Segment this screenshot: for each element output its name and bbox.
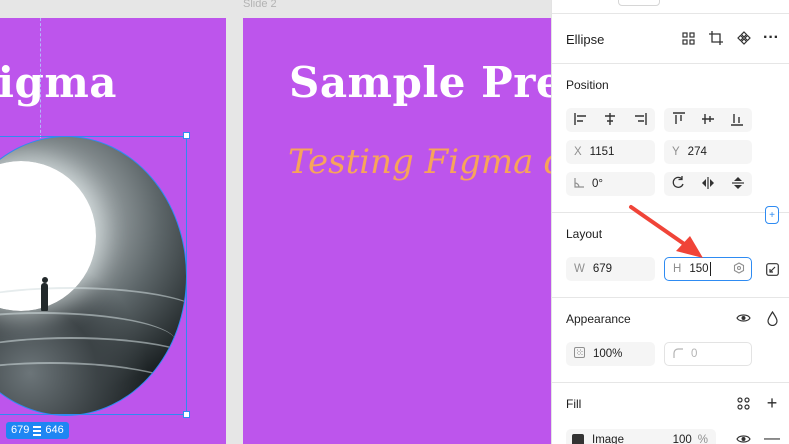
resize-handle-top-right[interactable]	[183, 132, 190, 139]
opacity-field[interactable]: 100%	[566, 342, 655, 366]
size-badge: 679 646	[6, 422, 69, 439]
layout-title: Layout	[566, 227, 603, 241]
rotation-value[interactable]: 0°	[592, 178, 603, 190]
image-swatch-icon	[572, 434, 584, 444]
fill-type-label: Image	[592, 434, 624, 444]
layout-section: Layout W 679 H 150	[552, 213, 789, 298]
y-field[interactable]: Y 274	[664, 140, 752, 164]
align-bottom-icon[interactable]	[731, 112, 744, 129]
position-title: Position	[566, 78, 609, 92]
rotation-field[interactable]: 0°	[566, 172, 655, 196]
fill-title: Fill	[566, 397, 582, 411]
resize-icon[interactable]	[764, 261, 780, 277]
transform-group	[664, 172, 752, 196]
corner-radius-icon	[673, 347, 683, 361]
smart-guide	[40, 18, 41, 138]
vertical-align-group	[664, 108, 752, 132]
align-right-icon[interactable]	[633, 112, 647, 128]
appearance-section: Appearance 100% 0	[552, 298, 789, 383]
width-field[interactable]: W 679	[566, 257, 655, 281]
slide-1-heading[interactable]: igma	[0, 58, 117, 107]
rotate-icon[interactable]	[672, 176, 685, 192]
grid-icon[interactable]	[680, 30, 696, 46]
size-badge-width: 679	[11, 424, 30, 436]
layer-type-title: Ellipse	[566, 32, 605, 47]
position-section: Position X 1151 Y 274 + 0°	[552, 64, 789, 224]
crop-icon[interactable]	[708, 30, 724, 46]
lock-ratio-icon[interactable]	[733, 261, 745, 277]
appearance-title: Appearance	[566, 312, 631, 326]
flip-v-icon[interactable]	[731, 176, 744, 193]
slide-2-heading[interactable]: Sample Pres	[289, 58, 551, 107]
resize-handle-bottom-right[interactable]	[183, 411, 190, 418]
fill-opacity-unit: %	[697, 434, 708, 444]
flip-h-icon[interactable]	[701, 176, 715, 192]
rotation-icon	[574, 177, 584, 191]
fill-row[interactable]: Image 100 %	[566, 429, 716, 444]
w-label: W	[574, 263, 585, 275]
x-value[interactable]: 1151	[590, 146, 615, 158]
slide-2[interactable]: Sample Pres Testing Figma d	[243, 18, 551, 444]
size-separator-icon	[33, 425, 42, 436]
slide-2-subheading[interactable]: Testing Figma d	[288, 142, 551, 182]
corner-radius-value[interactable]: 0	[691, 348, 697, 360]
h-value[interactable]: 150	[689, 263, 708, 275]
person-silhouette	[40, 277, 49, 311]
x-field[interactable]: X 1151	[566, 140, 655, 164]
w-value[interactable]: 679	[593, 263, 612, 275]
x-label: X	[574, 146, 582, 158]
properties-panel: Ellipse ··· Position X 1151 Y 274 + 0° L…	[551, 0, 789, 444]
opacity-value[interactable]: 100%	[593, 348, 622, 360]
y-value[interactable]: 274	[688, 146, 707, 158]
align-center-h-icon[interactable]	[603, 112, 617, 128]
drop-icon[interactable]	[764, 309, 780, 327]
fill-section: Fill + Image 100 % —	[552, 383, 789, 444]
slide-label: Slide 2	[243, 0, 277, 10]
height-field[interactable]: H 150	[664, 257, 752, 281]
design-canvas[interactable]: Slide 2 igma Sample Pres Testing Figma d…	[0, 0, 551, 444]
align-middle-v-icon[interactable]	[701, 112, 714, 129]
align-top-icon[interactable]	[672, 111, 685, 129]
size-badge-height: 646	[45, 424, 64, 436]
eye-icon[interactable]	[734, 310, 752, 326]
y-label: Y	[672, 146, 680, 158]
align-left-icon[interactable]	[574, 112, 588, 128]
text-caret	[709, 262, 711, 276]
horizontal-align-group	[566, 108, 655, 132]
panel-header: Ellipse ···	[552, 14, 789, 64]
fill-eye-icon[interactable]	[734, 431, 752, 444]
more-icon[interactable]: ···	[762, 29, 780, 46]
plus-icon[interactable]: +	[764, 393, 780, 413]
component-icon[interactable]	[736, 30, 752, 46]
styles-icon[interactable]	[734, 395, 752, 411]
panel-top-strip	[552, 0, 789, 14]
minus-icon[interactable]: —	[764, 430, 780, 444]
opacity-icon	[574, 347, 585, 361]
h-label: H	[673, 263, 682, 275]
corner-radius-field[interactable]: 0	[664, 342, 752, 366]
fill-opacity-value[interactable]: 100	[673, 434, 692, 444]
